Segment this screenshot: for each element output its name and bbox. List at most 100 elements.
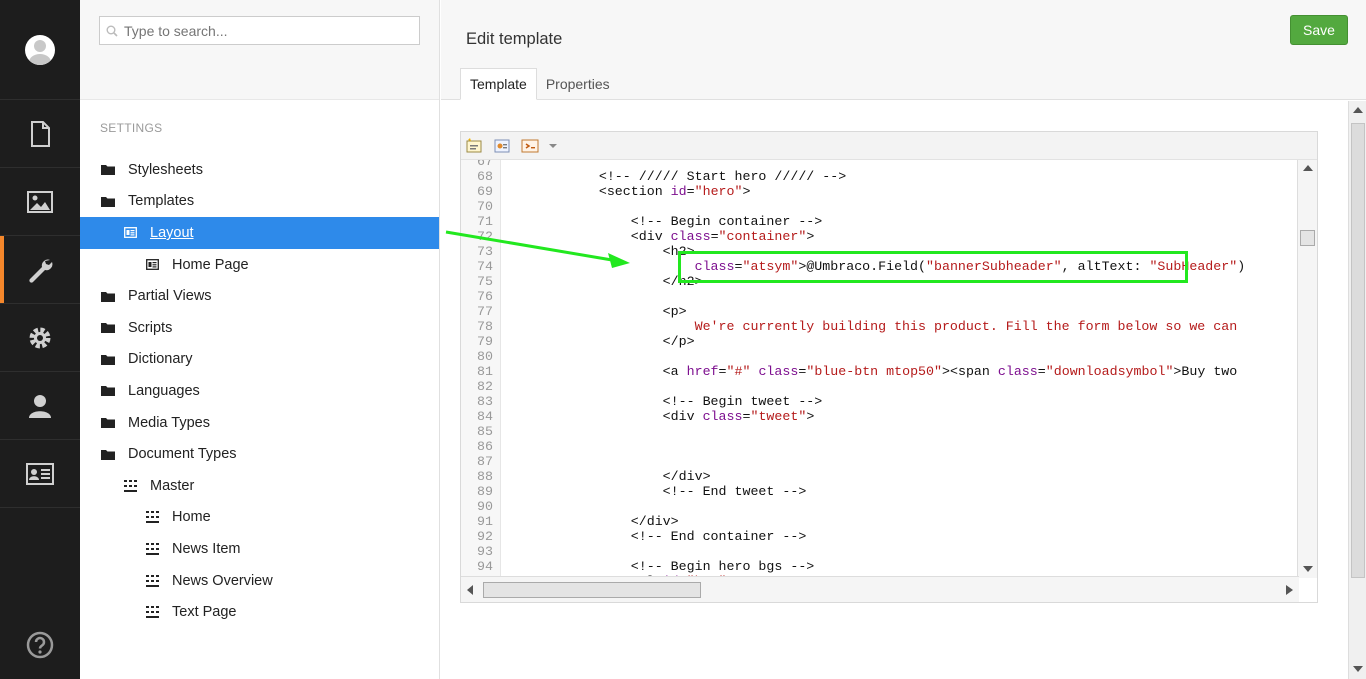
chevron-down-icon[interactable] bbox=[549, 143, 557, 149]
line-text bbox=[493, 160, 543, 169]
folder-icon bbox=[100, 163, 116, 177]
line-number: 71 bbox=[477, 214, 493, 229]
code-line[interactable]: 92 <!-- End container --> bbox=[461, 529, 1245, 544]
code-line[interactable]: 86 bbox=[461, 439, 1245, 454]
section-developer[interactable] bbox=[0, 304, 80, 372]
code-line[interactable]: 85 bbox=[461, 424, 1245, 439]
scroll-right-icon[interactable] bbox=[1286, 585, 1293, 595]
template-icon bbox=[144, 258, 160, 272]
code-line[interactable]: 88 </div> bbox=[461, 469, 1245, 484]
tree-item-templates[interactable]: Templates bbox=[80, 186, 439, 218]
code-line[interactable]: 77 <p> bbox=[461, 304, 1245, 319]
code-line[interactable]: 81 <a href="#" class="blue-btn mtop50"><… bbox=[461, 364, 1245, 379]
code-line[interactable]: 87 bbox=[461, 454, 1245, 469]
insert-placeholder-icon[interactable] bbox=[521, 138, 539, 154]
search-area bbox=[80, 0, 439, 100]
scroll-up-icon[interactable] bbox=[1303, 165, 1313, 172]
save-button[interactable]: Save bbox=[1290, 15, 1348, 45]
tree-item-scripts[interactable]: Scripts bbox=[80, 312, 439, 344]
line-number: 86 bbox=[477, 439, 493, 454]
code-line[interactable]: 78 We're currently building this product… bbox=[461, 319, 1245, 334]
insert-page-field-icon[interactable] bbox=[465, 137, 483, 154]
tree-item-partial-views[interactable]: Partial Views bbox=[80, 280, 439, 312]
tree-panel: SETTINGS Stylesheets Templates Layout Ho… bbox=[80, 0, 440, 679]
section-media[interactable] bbox=[0, 168, 80, 236]
page-scroll-up-icon[interactable] bbox=[1353, 107, 1363, 114]
code-line[interactable]: 93 bbox=[461, 544, 1245, 559]
tree-section-title: SETTINGS bbox=[100, 121, 163, 135]
tree-item-news-item[interactable]: News Item bbox=[80, 533, 439, 565]
code-line[interactable]: 68 <!-- ///// Start hero ///// --> bbox=[461, 169, 1245, 184]
code-line[interactable]: 69 <section id="hero"> bbox=[461, 184, 1245, 199]
code-line[interactable]: 83 <!-- Begin tweet --> bbox=[461, 394, 1245, 409]
code-line[interactable]: 70 bbox=[461, 199, 1245, 214]
tree-item-languages[interactable]: Languages bbox=[80, 375, 439, 407]
tree-item-master[interactable]: Master bbox=[80, 470, 439, 502]
line-text bbox=[493, 199, 543, 214]
tree-item-stylesheets[interactable]: Stylesheets bbox=[80, 154, 439, 186]
page-vertical-scroll-thumb[interactable] bbox=[1351, 123, 1365, 578]
code-lines[interactable]: 67 68 <!-- ///// Start hero ///// --> 69 … bbox=[461, 160, 1245, 578]
code-line[interactable]: 89 <!-- End tweet --> bbox=[461, 484, 1245, 499]
code-line[interactable]: 72 <div class="container"> bbox=[461, 229, 1245, 244]
section-settings[interactable] bbox=[0, 236, 80, 304]
editor-tabs: Template Properties bbox=[460, 68, 619, 100]
insert-macro-icon[interactable] bbox=[493, 138, 511, 154]
tree-item-text-page[interactable]: Text Page bbox=[80, 596, 439, 628]
section-content[interactable] bbox=[0, 100, 80, 168]
folder-icon bbox=[100, 384, 116, 398]
section-users[interactable] bbox=[0, 372, 80, 440]
scroll-down-icon[interactable] bbox=[1303, 566, 1313, 573]
tree-item-news-overview[interactable]: News Overview bbox=[80, 565, 439, 597]
code-line[interactable]: 75 </h2> bbox=[461, 274, 1245, 289]
code-line[interactable]: 67 bbox=[461, 160, 1245, 169]
code-vertical-scrollbar[interactable] bbox=[1297, 160, 1317, 578]
line-text bbox=[493, 424, 543, 439]
code-line[interactable]: 91 </div> bbox=[461, 514, 1245, 529]
tree-item-media-types[interactable]: Media Types bbox=[80, 407, 439, 439]
tree-item-document-types[interactable]: Document Types bbox=[80, 438, 439, 470]
help-button[interactable] bbox=[0, 631, 80, 659]
code-line[interactable]: 76 bbox=[461, 289, 1245, 304]
folder-icon bbox=[100, 416, 116, 430]
search-box[interactable] bbox=[99, 16, 420, 45]
line-number: 77 bbox=[477, 304, 493, 319]
avatar[interactable] bbox=[25, 34, 55, 65]
code-area[interactable]: 67 68 <!-- ///// Start hero ///// --> 69 … bbox=[461, 160, 1299, 578]
line-number: 89 bbox=[477, 484, 493, 499]
code-editor[interactable]: 67 68 <!-- ///// Start hero ///// --> 69 … bbox=[460, 131, 1318, 603]
line-text: We're currently building this product. F… bbox=[535, 319, 1238, 334]
line-number: 79 bbox=[477, 334, 493, 349]
tree-item-layout[interactable]: Layout bbox=[80, 217, 439, 249]
code-line[interactable]: 90 bbox=[461, 499, 1245, 514]
code-line[interactable]: 73 <h2> bbox=[461, 244, 1245, 259]
line-text: </div> bbox=[535, 469, 711, 484]
page-vertical-scrollbar[interactable] bbox=[1348, 101, 1366, 679]
code-horizontal-scroll-thumb[interactable] bbox=[483, 582, 701, 598]
tree-item-home-page[interactable]: Home Page bbox=[80, 249, 439, 281]
line-text: <!-- ///// Start hero ///// --> bbox=[535, 169, 847, 184]
search-input[interactable] bbox=[124, 22, 404, 39]
code-line[interactable]: 94 <!-- Begin hero bgs --> bbox=[461, 559, 1245, 574]
scroll-left-icon[interactable] bbox=[467, 585, 474, 595]
section-members[interactable] bbox=[0, 440, 80, 508]
code-line[interactable]: 74 class="atsym">@Umbraco.Field("bannerS… bbox=[461, 259, 1245, 274]
code-vertical-scroll-thumb[interactable] bbox=[1300, 230, 1315, 246]
line-text bbox=[493, 499, 543, 514]
tree-item-dictionary[interactable]: Dictionary bbox=[80, 344, 439, 376]
code-horizontal-scrollbar[interactable] bbox=[461, 576, 1299, 602]
folder-icon bbox=[100, 289, 116, 303]
line-number: 83 bbox=[477, 394, 493, 409]
page-scroll-down-icon[interactable] bbox=[1353, 666, 1363, 673]
code-line[interactable]: 71 <!-- Begin container --> bbox=[461, 214, 1245, 229]
settings-wrench-icon bbox=[29, 259, 53, 283]
code-line[interactable]: 84 <div class="tweet"> bbox=[461, 409, 1245, 424]
tree-item-home[interactable]: Home bbox=[80, 502, 439, 534]
code-line[interactable]: 79 </p> bbox=[461, 334, 1245, 349]
line-text: <div class="tweet"> bbox=[535, 409, 815, 424]
code-line[interactable]: 80 bbox=[461, 349, 1245, 364]
code-line[interactable]: 82 bbox=[461, 379, 1245, 394]
tab-properties[interactable]: Properties bbox=[537, 68, 619, 100]
help-icon bbox=[26, 631, 54, 659]
tab-template[interactable]: Template bbox=[460, 68, 537, 100]
